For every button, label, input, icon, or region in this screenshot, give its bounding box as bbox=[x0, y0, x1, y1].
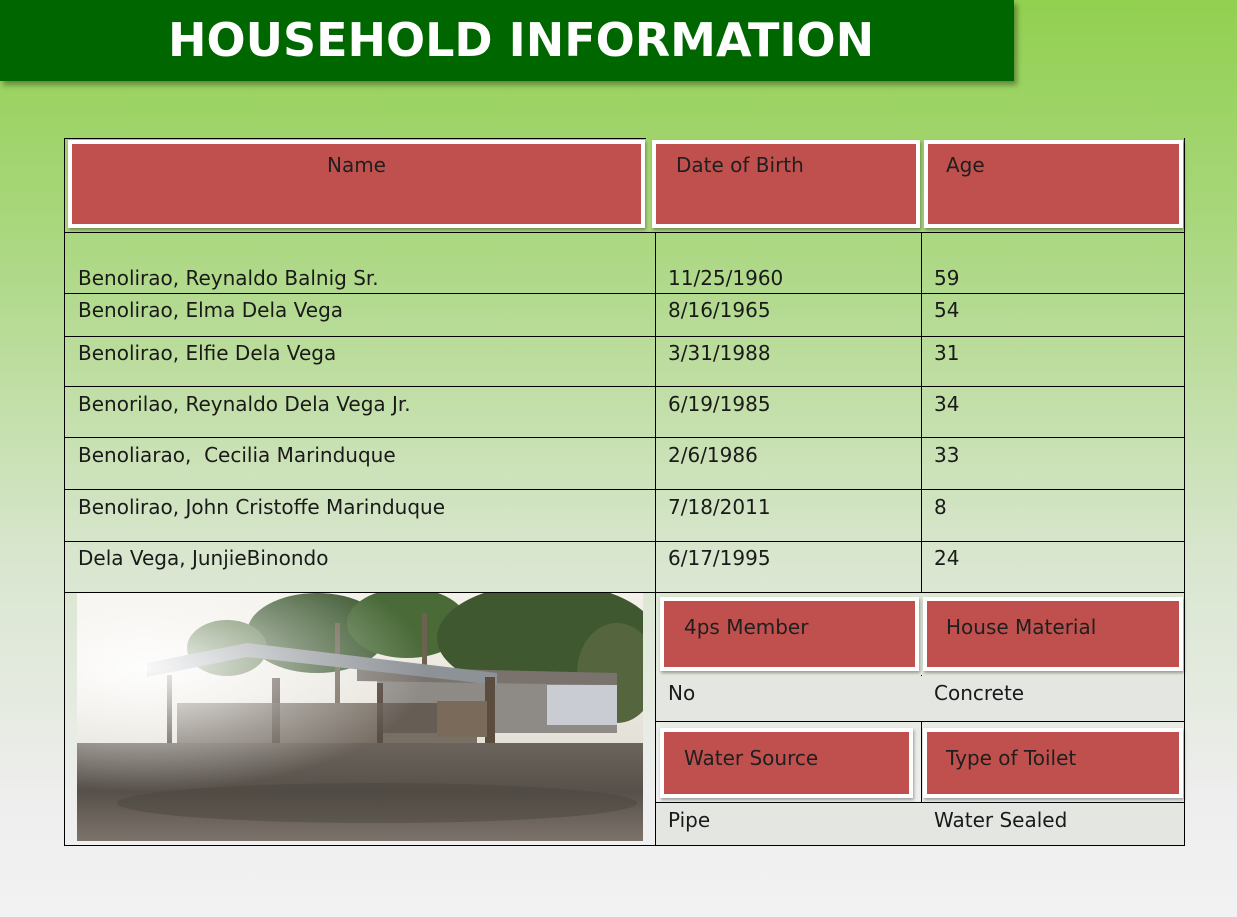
member-name: Dela Vega, JunjieBinondo bbox=[78, 546, 329, 570]
member-dob: 2/6/1986 bbox=[668, 443, 758, 467]
water-source-value: Pipe bbox=[668, 808, 711, 832]
page-title: HOUSEHOLD INFORMATION bbox=[168, 13, 875, 67]
header-house-material: House Material bbox=[923, 597, 1183, 671]
header-name: Name bbox=[68, 140, 645, 228]
header-age-label: Age bbox=[946, 153, 985, 177]
header-type-of-toilet: Type of Toilet bbox=[923, 728, 1183, 798]
column-divider-dob bbox=[655, 232, 656, 846]
header-row-divider bbox=[64, 232, 1185, 233]
table-left-border bbox=[64, 138, 65, 846]
member-dob: 6/19/1985 bbox=[668, 392, 771, 416]
member-age: 33 bbox=[934, 443, 960, 467]
header-4ps-member-label: 4ps Member bbox=[684, 615, 809, 639]
member-dob: 11/25/1960 bbox=[668, 266, 784, 290]
house-photo bbox=[77, 593, 643, 841]
member-age: 31 bbox=[934, 341, 960, 365]
member-age: 24 bbox=[934, 546, 960, 570]
fourps-member-value: No bbox=[668, 681, 696, 705]
details-value-row-bg bbox=[656, 803, 1184, 845]
member-dob: 7/18/2011 bbox=[668, 495, 771, 519]
row-divider bbox=[64, 336, 1185, 337]
header-type-of-toilet-label: Type of Toilet bbox=[946, 746, 1077, 770]
table-right-border bbox=[1184, 138, 1185, 846]
member-age: 34 bbox=[934, 392, 960, 416]
header-age: Age bbox=[924, 140, 1183, 228]
header-name-label: Name bbox=[326, 153, 386, 177]
row-divider bbox=[64, 437, 1185, 438]
member-name: Benolirao, Elma Dela Vega bbox=[78, 298, 344, 322]
header-dob-label: Date of Birth bbox=[676, 153, 804, 177]
title-banner: HOUSEHOLD INFORMATION bbox=[0, 0, 1014, 81]
row-divider bbox=[64, 541, 1185, 542]
member-age: 59 bbox=[934, 266, 960, 290]
row-divider bbox=[64, 489, 1185, 490]
header-house-material-label: House Material bbox=[946, 615, 1097, 639]
header-water-source-label: Water Source bbox=[684, 746, 819, 770]
member-name: Benolirao, John Cristoffe Marinduque bbox=[78, 495, 446, 519]
header-water-source: Water Source bbox=[660, 728, 913, 798]
member-name: Benorilao, Reynaldo Dela Vega Jr. bbox=[78, 392, 411, 416]
details-row-divider bbox=[655, 721, 1185, 722]
details-value-row-bg bbox=[656, 676, 1184, 721]
member-dob: 8/16/1965 bbox=[668, 298, 771, 322]
member-name: Benoliarao, Cecilia Marinduque bbox=[78, 443, 396, 467]
member-dob: 6/17/1995 bbox=[668, 546, 771, 570]
house-material-value: Concrete bbox=[934, 681, 1025, 705]
member-age: 54 bbox=[934, 298, 960, 322]
member-name: Benolirao, Elfie Dela Vega bbox=[78, 341, 337, 365]
table-top-border bbox=[64, 138, 646, 139]
member-age: 8 bbox=[934, 495, 947, 519]
header-dob: Date of Birth bbox=[652, 140, 920, 228]
header-4ps-member: 4ps Member bbox=[660, 597, 919, 671]
column-divider-age bbox=[921, 232, 922, 592]
member-dob: 3/31/1988 bbox=[668, 341, 771, 365]
row-divider bbox=[64, 293, 1185, 294]
member-name: Benolirao, Reynaldo Balnig Sr. bbox=[78, 266, 379, 290]
row-divider bbox=[64, 386, 1185, 387]
table-bottom-border bbox=[64, 845, 1185, 846]
toilet-type-value: Water Sealed bbox=[934, 808, 1068, 832]
